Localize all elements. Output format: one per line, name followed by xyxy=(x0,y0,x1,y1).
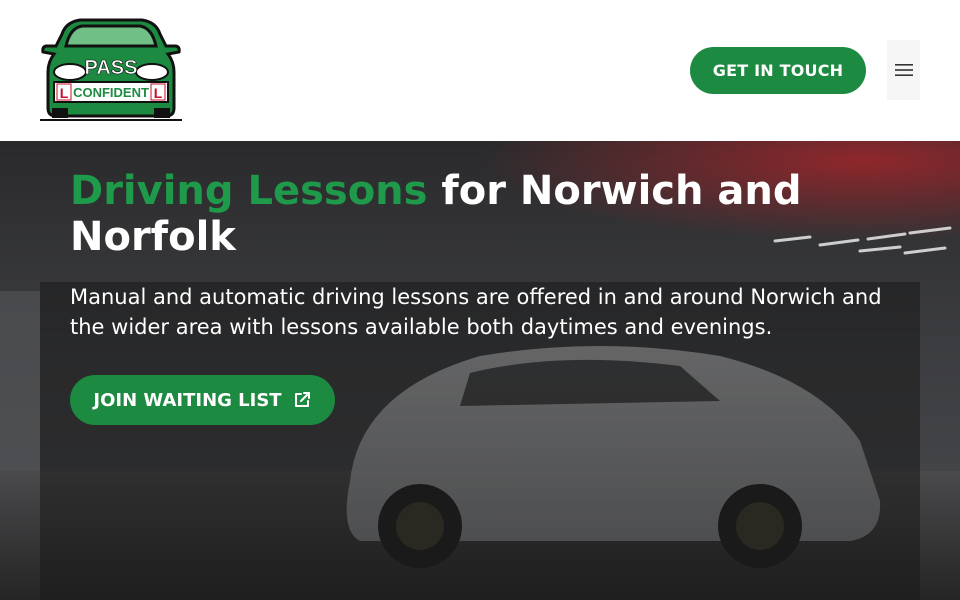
hero-title: Driving Lessons for Norwich and Norfolk xyxy=(70,168,830,260)
get-in-touch-button[interactable]: GET IN TOUCH xyxy=(690,47,866,94)
logo-confident-text: CONFIDENT xyxy=(73,85,149,100)
hero-description: Manual and automatic driving lessons are… xyxy=(70,285,882,339)
hamburger-icon xyxy=(894,64,913,76)
l-plate-right: L xyxy=(154,85,163,101)
join-waiting-list-button[interactable]: JOIN WAITING LIST xyxy=(70,375,335,425)
get-in-touch-label: GET IN TOUCH xyxy=(712,61,844,80)
hero-title-accent: Driving Lessons xyxy=(70,168,428,214)
pass-confident-logo[interactable]: PASS L L CONFIDENT xyxy=(40,16,182,124)
menu-button[interactable] xyxy=(887,40,920,100)
join-waiting-list-label: JOIN WAITING LIST xyxy=(93,389,282,411)
external-link-icon xyxy=(292,390,312,410)
l-plate-left: L xyxy=(60,85,69,101)
logo-pass-text: PASS xyxy=(85,57,138,79)
site-header: PASS L L CONFIDENT GET IN TOUCH xyxy=(0,0,960,141)
